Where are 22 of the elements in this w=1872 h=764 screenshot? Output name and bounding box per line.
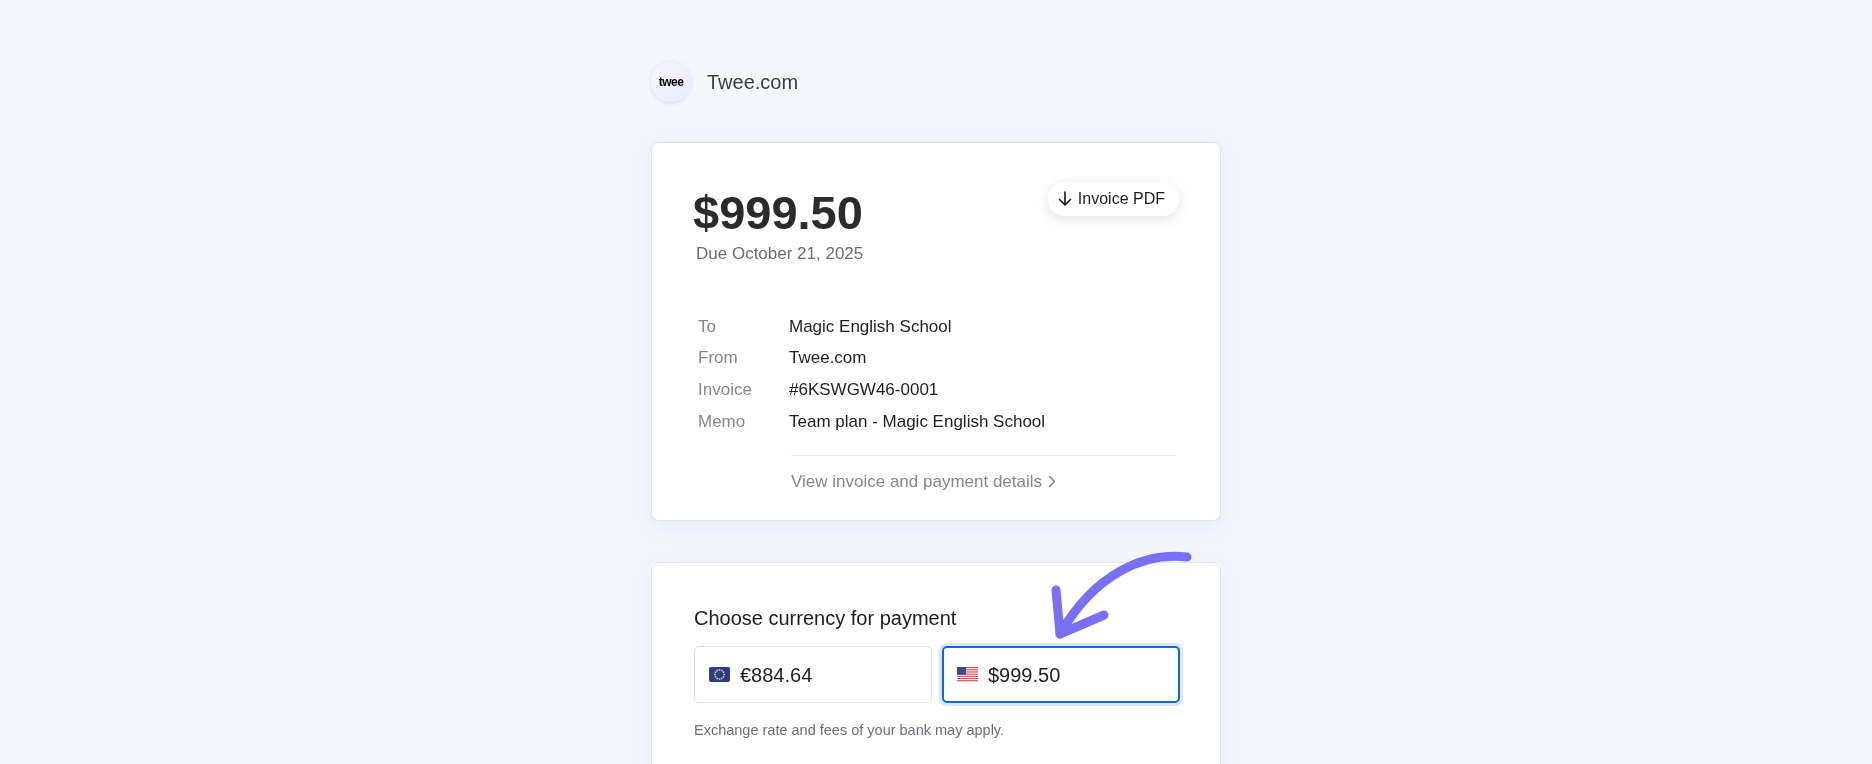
field-label: To — [697, 315, 717, 338]
field-value: Magic English School — [789, 315, 952, 338]
due-date: Due October 21, 2025 — [696, 242, 864, 265]
details-link[interactable]: View invoice and payment details — [791, 468, 1057, 495]
bank-fee-note: Exchange rate and fees of your bank may apply. — [694, 721, 1006, 741]
field-label: Invoice — [697, 379, 753, 402]
field-value: Team plan - Magic English School — [789, 410, 1046, 433]
currency-option[interactable]: $999.50 — [942, 646, 1180, 704]
field-value: #6KSWGW46-0001 — [789, 379, 939, 402]
field-value: Twee.com — [789, 347, 867, 370]
chevron-icon — [1048, 474, 1057, 488]
field-label: Memo — [697, 410, 747, 433]
payment-heading: Choose currency for payment — [694, 606, 958, 632]
flag-icon — [709, 667, 730, 683]
field-label: From — [697, 347, 739, 370]
logo: twee — [651, 62, 691, 102]
currency-option[interactable]: €884.64 — [694, 646, 932, 704]
flag-icon — [957, 667, 978, 683]
download-icon — [1057, 191, 1072, 207]
invoice-pdf-button[interactable]: Invoice PDF — [1047, 182, 1179, 216]
amount-due: $999.50 — [693, 187, 864, 239]
company-name: Twee.com — [707, 70, 799, 95]
